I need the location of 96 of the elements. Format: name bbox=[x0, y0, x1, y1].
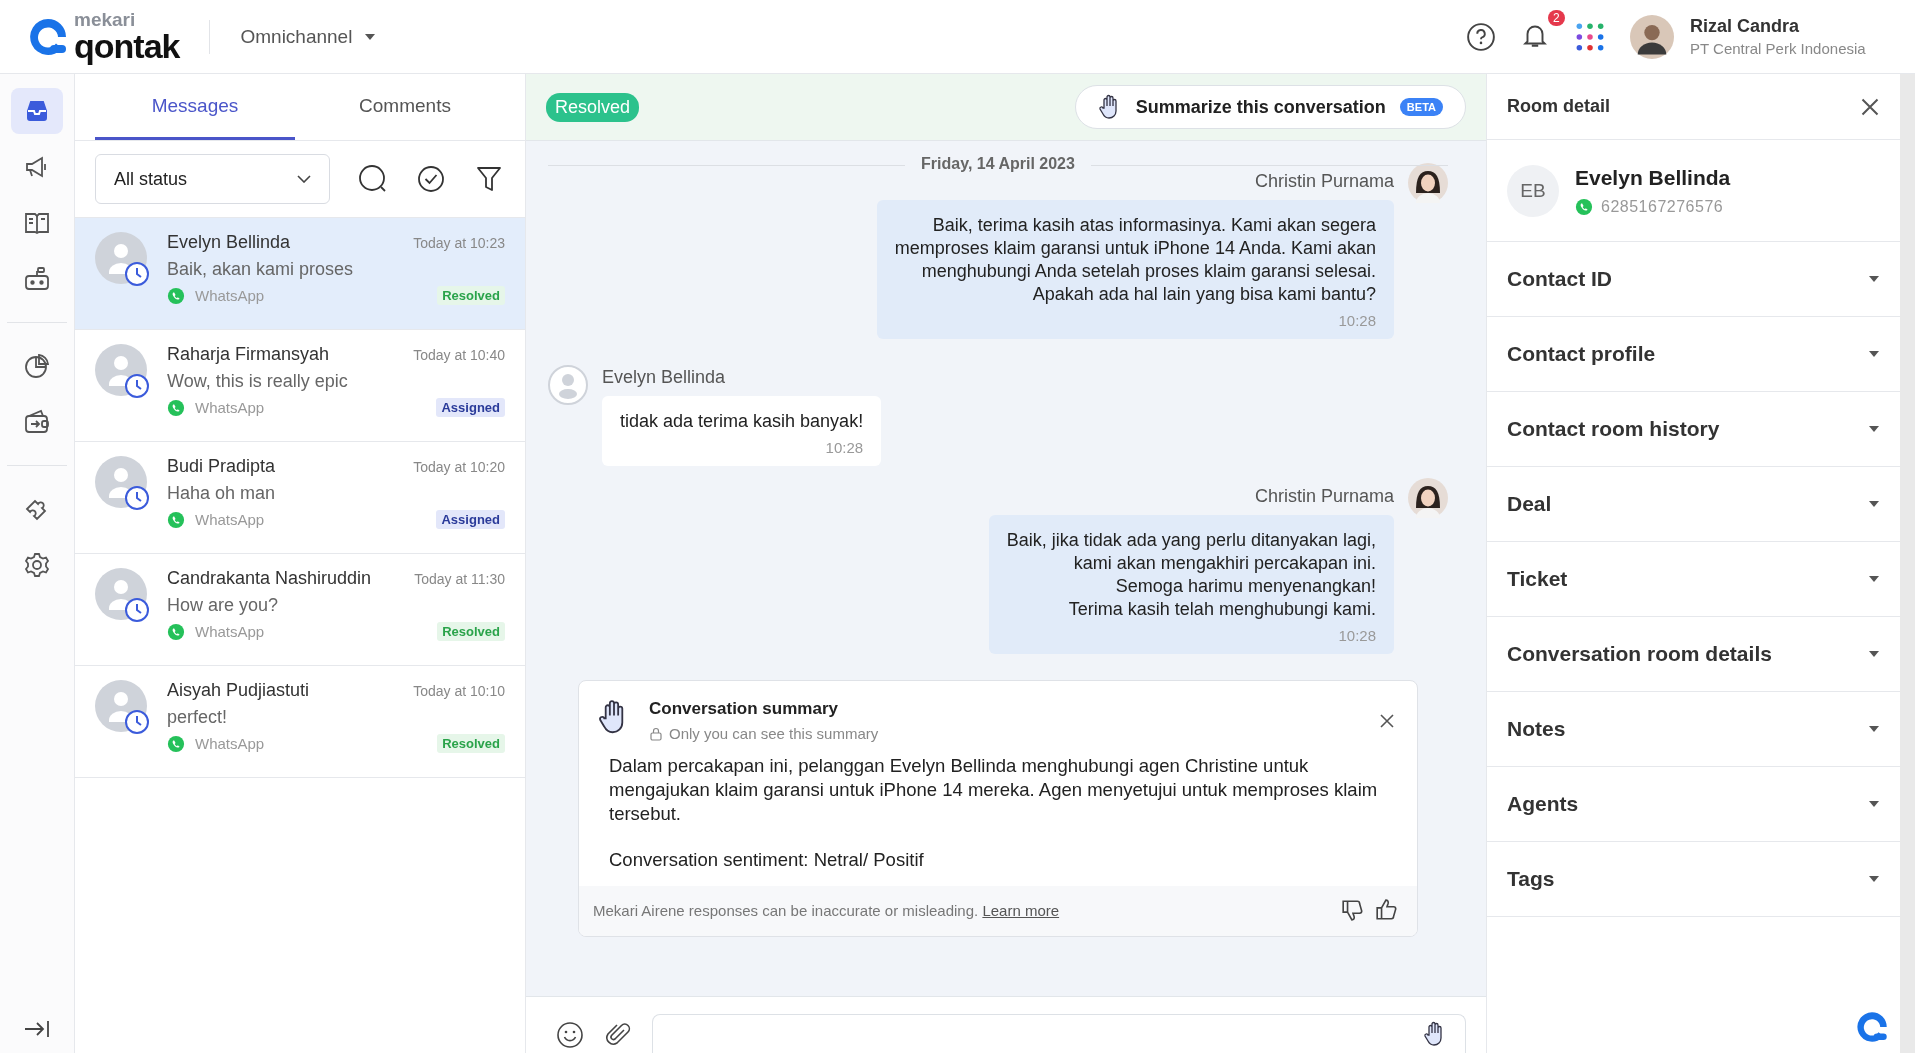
contact-name: Budi Pradipta bbox=[167, 456, 276, 477]
brand-subtitle: mekari bbox=[74, 10, 137, 29]
message-preview: Haha oh man bbox=[167, 483, 277, 504]
contact-initials-avatar: EB bbox=[1507, 164, 1559, 217]
message-preview: perfect! bbox=[167, 707, 229, 728]
settings-icon bbox=[23, 551, 51, 579]
channel-label: WhatsApp bbox=[195, 399, 265, 416]
message-time: 10:28 bbox=[1338, 312, 1376, 330]
channel-label: WhatsApp bbox=[195, 623, 265, 640]
thumbs-down-icon[interactable] bbox=[1341, 898, 1365, 923]
conversation-item[interactable]: Evelyn Bellinda Today at 10:23 Baik, akan kami proses WhatsApp Resolved bbox=[75, 218, 525, 330]
filter-icon[interactable] bbox=[474, 164, 504, 194]
status-tag: Assigned bbox=[436, 398, 505, 417]
whatsapp-icon bbox=[167, 398, 185, 417]
phone-number: 6285167276576 bbox=[1601, 197, 1724, 216]
chevron-icon bbox=[297, 175, 311, 183]
contact-name: Candrakanta Nashiruddin bbox=[167, 568, 372, 589]
whatsapp-icon bbox=[167, 286, 185, 305]
beta-badge: BETA bbox=[1399, 98, 1443, 116]
whatsapp-icon bbox=[1575, 197, 1593, 216]
agent-avatar bbox=[1408, 478, 1448, 519]
robot-icon bbox=[23, 265, 51, 293]
check-circle-icon[interactable] bbox=[416, 164, 446, 194]
company-name: PT Central Perk Indonesia bbox=[1690, 40, 1867, 57]
close-icon[interactable] bbox=[1860, 96, 1880, 117]
message-input[interactable] bbox=[652, 1014, 1466, 1053]
message-preview: Wow, this is really epic bbox=[167, 371, 349, 392]
message-time: Today at 11:30 bbox=[414, 570, 505, 587]
chat-logo-icon[interactable] bbox=[1854, 1009, 1890, 1045]
panel-title: Room detail bbox=[1507, 96, 1610, 117]
nav-button[interactable] bbox=[11, 88, 63, 134]
status-tag: Resolved bbox=[437, 734, 505, 753]
learn-more-link[interactable]: Learn more bbox=[982, 901, 1060, 919]
search-icon[interactable] bbox=[358, 164, 388, 194]
channel-label: WhatsApp bbox=[195, 287, 265, 304]
help-icon[interactable] bbox=[1466, 21, 1496, 52]
contact-avatar-icon bbox=[95, 456, 151, 512]
whatsapp-icon bbox=[167, 622, 185, 641]
emoji-icon[interactable] bbox=[556, 1021, 584, 1049]
message-text: tidak ada terima kasih banyak! bbox=[620, 410, 864, 434]
message-time: Today at 10:20 bbox=[413, 458, 505, 475]
contact-name: Evelyn Bellinda bbox=[1575, 165, 1731, 190]
pie-chart-icon bbox=[23, 352, 51, 380]
lock-icon bbox=[649, 726, 663, 741]
thumbs-up-icon[interactable] bbox=[1375, 898, 1399, 923]
message-time: 10:28 bbox=[1338, 627, 1376, 645]
conversation-item[interactable]: Aisyah Pudjiastuti Today at 10:10 perfect! WhatsApp Resolved bbox=[75, 666, 525, 778]
close-icon[interactable] bbox=[1379, 713, 1395, 730]
status-tag: Resolved bbox=[437, 286, 505, 305]
whatsapp-icon bbox=[167, 510, 185, 529]
sender-name: Evelyn Bellinda bbox=[602, 367, 726, 389]
summarize-button[interactable]: Summarize this conversation BETA bbox=[1074, 85, 1466, 129]
contact-avatar-icon bbox=[548, 365, 588, 406]
notification-badge: 2 bbox=[1548, 9, 1565, 26]
message-time: Today at 10:10 bbox=[413, 682, 505, 699]
user-name: Rizal Candra bbox=[1690, 16, 1801, 37]
message-preview: How are you? bbox=[167, 595, 280, 616]
collapse-sidebar-icon[interactable] bbox=[23, 1019, 51, 1039]
agent-avatar bbox=[1408, 163, 1448, 203]
summary-title: Conversation summary bbox=[649, 699, 839, 720]
contact-name: Evelyn Bellinda bbox=[167, 232, 291, 253]
privacy-note: Only you can see this summary bbox=[669, 725, 879, 743]
contact-avatar-icon bbox=[95, 680, 151, 736]
status-tag: Resolved bbox=[437, 622, 505, 641]
message-time: 10:28 bbox=[825, 439, 864, 457]
message-preview: Baik, akan kami proses bbox=[167, 259, 355, 280]
list-tab[interactable]: Comments bbox=[305, 74, 505, 140]
message-time: Today at 10:40 bbox=[413, 346, 505, 363]
contact-avatar-icon bbox=[95, 344, 151, 400]
contact-name: Aisyah Pudjiastuti bbox=[167, 680, 310, 701]
conversation-item[interactable]: Candrakanta Nashiruddin Today at 11:30 How are you? WhatsApp Resolved bbox=[75, 554, 525, 666]
message-text: Baik, terima kasih atas informasinya. Kami akan segera memproses klaim garansi untuk iPhone 14 Anda. Kami akan menghubungi Anda setelah proses klaim garansi selesai. Apakah ada hal lain yang bisa kami bantu? bbox=[894, 214, 1376, 307]
status-tag: Assigned bbox=[436, 510, 505, 529]
contact-avatar-icon bbox=[95, 568, 151, 624]
caret-icon bbox=[364, 32, 377, 41]
list-tab[interactable]: Messages bbox=[95, 74, 295, 140]
sender-name: Christin Purnama bbox=[1254, 171, 1394, 192]
brand-name: qontak bbox=[74, 29, 180, 63]
sentiment-text: Conversation sentiment: Netral/ Positif bbox=[609, 848, 925, 873]
disclaimer-text: Mekari Airene responses can be inaccurate or misleading. Learn more bbox=[593, 901, 1060, 919]
channel-label: WhatsApp bbox=[195, 511, 265, 528]
message-time: Today at 10:23 bbox=[413, 234, 505, 251]
user-avatar[interactable] bbox=[1630, 14, 1674, 59]
conversation-item[interactable]: Budi Pradipta Today at 10:20 Haha oh man WhatsApp Assigned bbox=[75, 442, 525, 554]
status-dropdown[interactable]: All status bbox=[95, 154, 330, 204]
contact-name: Raharja Firmansyah bbox=[167, 344, 330, 365]
contact-avatar-icon bbox=[95, 232, 151, 288]
whatsapp-icon bbox=[167, 734, 185, 753]
message-text: Baik, jika tidak ada yang perlu ditanyakan lagi, kami akan mengakhiri percakapan ini. Semoga harimu menyenangkan! Terima kasih telah menghubungi kami. bbox=[1006, 529, 1376, 622]
product-switcher[interactable]: Omnichannel bbox=[240, 25, 377, 48]
channel-label: WhatsApp bbox=[195, 735, 265, 752]
conversation-item[interactable]: Raharja Firmansyah Today at 10:40 Wow, this is really epic WhatsApp Assigned bbox=[75, 330, 525, 442]
sender-name: Christin Purnama bbox=[1254, 486, 1394, 508]
summary-text: Dalam percakapan ini, pelanggan Evelyn Bellinda menghubungi agen Christine untuk mengajukan klaim garansi untuk iPhone 14 mereka. Agen menyetujui untuk memproses klaim tersebut. bbox=[609, 754, 1379, 827]
wallet-icon bbox=[23, 408, 51, 436]
status-tag: Resolved bbox=[546, 92, 640, 122]
